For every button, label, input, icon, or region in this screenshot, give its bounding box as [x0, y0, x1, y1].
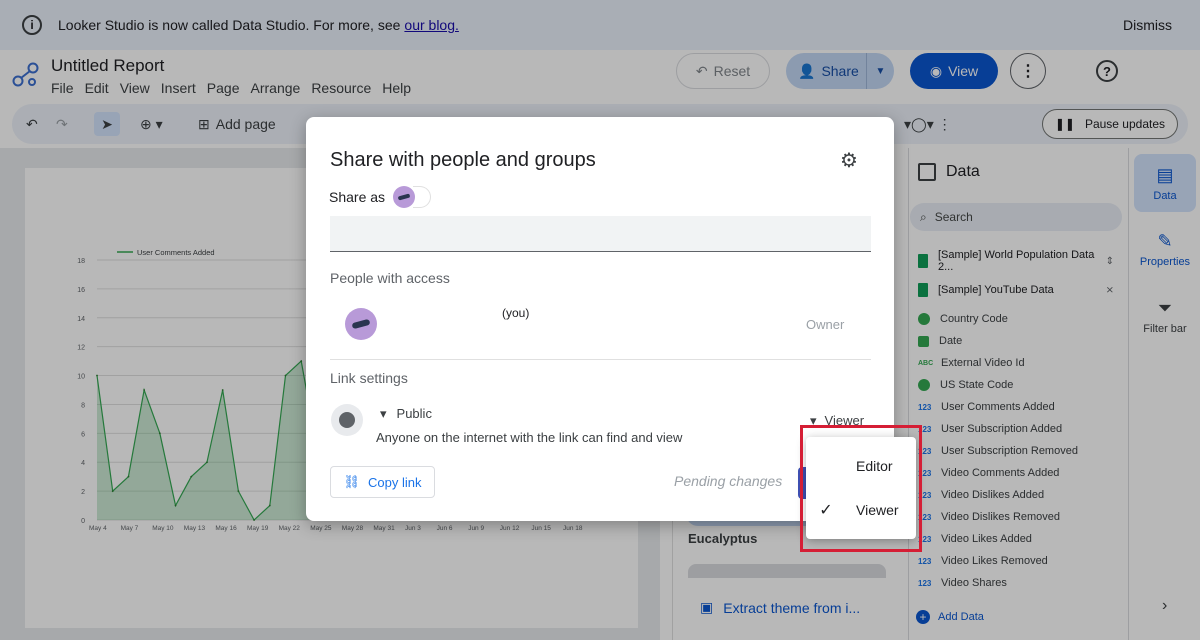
owner-role: Owner — [806, 317, 845, 332]
copy-link-label: Copy link — [368, 474, 422, 490]
share-as-toggle[interactable] — [413, 186, 432, 208]
copy-link-button[interactable]: ⛓ Copy link — [330, 466, 435, 498]
globe-icon — [331, 404, 363, 436]
add-people-input[interactable] — [330, 216, 871, 252]
pending-changes-text: Pending changes — [674, 473, 783, 489]
link-settings-label: Link settings — [330, 370, 408, 386]
owner-avatar — [345, 308, 377, 340]
dialog-title: Share with people and groups — [330, 149, 596, 171]
link-access-value: Public — [396, 406, 432, 421]
people-with-access-label: People with access — [330, 270, 450, 286]
link-icon: ⛓ — [343, 474, 361, 489]
you-label: (you) — [502, 306, 530, 320]
link-access-description: Anyone on the internet with the link can… — [376, 430, 683, 445]
avatar[interactable] — [393, 186, 416, 208]
link-access-dropdown[interactable]: ▾ Public — [380, 406, 432, 422]
caret-down-icon: ▾ — [380, 406, 387, 421]
divider — [330, 359, 871, 360]
highlight-box — [800, 425, 922, 552]
share-as-label: Share as — [329, 189, 386, 205]
gear-icon[interactable]: ⚙ — [838, 150, 860, 172]
share-as-row: Share as — [329, 186, 432, 208]
